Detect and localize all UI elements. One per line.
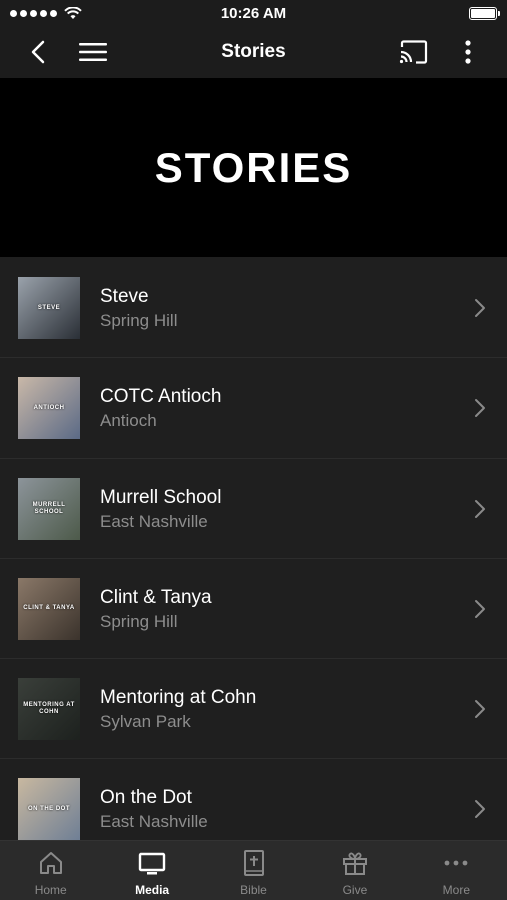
stories-list[interactable]: STEVE Steve Spring Hill ANTIOCH COTC Ant…	[0, 258, 507, 840]
story-row[interactable]: STEVE Steve Spring Hill	[0, 258, 507, 359]
more-icon	[444, 860, 468, 866]
back-button[interactable]	[16, 26, 60, 78]
more-vertical-icon	[465, 40, 471, 64]
tab-label: Give	[342, 883, 368, 897]
story-location: East Nashville	[100, 812, 208, 832]
chevron-right-icon	[475, 800, 485, 819]
status-time: 10:26 AM	[220, 5, 287, 22]
story-text: Steve Spring Hill	[100, 286, 177, 332]
story-title: On the Dot	[100, 787, 192, 809]
thumbnail-caption: ON THE DOT	[28, 805, 70, 812]
gift-icon	[342, 852, 367, 875]
tab-label: Home	[34, 883, 67, 897]
story-text: COTC Antioch Antioch	[100, 386, 221, 432]
tab-give[interactable]: Give	[304, 841, 405, 900]
story-title: Clint & Tanya	[100, 586, 212, 608]
story-thumbnail: MENTORING AT COHN	[18, 678, 80, 741]
chevron-right-icon	[475, 499, 485, 518]
story-row[interactable]: MURRELL SCHOOL Murrell School East Nashv…	[0, 459, 507, 559]
battery-icon	[469, 6, 500, 20]
tab-home[interactable]: Home	[0, 841, 101, 900]
tab-media[interactable]: Media	[101, 841, 202, 900]
story-title: Steve	[100, 286, 149, 307]
story-row[interactable]: ON THE DOT On the Dot East Nashville	[0, 759, 507, 840]
tab-label: Bible	[240, 883, 267, 897]
home-icon	[39, 852, 62, 874]
tab-label: Media	[135, 883, 170, 897]
status-bar: 10:26 AM	[0, 0, 507, 26]
thumbnail-caption: MURRELL SCHOOL	[32, 501, 66, 515]
story-thumbnail: ON THE DOT	[18, 778, 80, 840]
story-title: Murrell School	[100, 486, 222, 508]
tab-label: More	[442, 883, 470, 897]
cast-button[interactable]	[392, 26, 436, 78]
chevron-right-icon	[475, 299, 485, 317]
chevron-right-icon	[475, 599, 485, 618]
tab-bar: Home Media Bible Give More	[0, 840, 507, 900]
thumbnail-caption: STEVE	[37, 304, 61, 311]
hamburger-menu-icon	[79, 43, 107, 61]
overflow-menu-button[interactable]	[446, 26, 490, 78]
cast-icon	[399, 40, 428, 64]
story-thumbnail: CLINT & TANYA	[18, 577, 80, 640]
navigation-bar: Stories	[0, 26, 507, 78]
chevron-left-icon	[31, 40, 45, 64]
story-text: Murrell School East Nashville	[100, 487, 221, 533]
hero-banner: STORIES	[0, 78, 507, 257]
hero-title: STORIES	[154, 143, 353, 191]
chevron-right-icon	[475, 700, 485, 719]
tab-bible[interactable]: Bible	[203, 841, 304, 900]
thumbnail-caption: ANTIOCH	[33, 404, 65, 411]
story-location: Sylvan Park	[100, 712, 191, 732]
bible-icon	[243, 850, 264, 876]
story-text: On the Dot East Nashville	[100, 787, 208, 833]
chevron-right-icon	[475, 399, 485, 418]
story-thumbnail: ANTIOCH	[18, 377, 80, 440]
story-title: Mentoring at Cohn	[100, 687, 257, 709]
story-text: Clint & Tanya Spring Hill	[100, 587, 212, 633]
story-row[interactable]: MENTORING AT COHN Mentoring at Cohn Sylv…	[0, 659, 507, 760]
tab-more[interactable]: More	[406, 841, 507, 900]
story-text: Mentoring at Cohn Sylvan Park	[100, 687, 256, 733]
thumbnail-caption: MENTORING AT COHN	[23, 702, 75, 716]
story-location: Spring Hill	[100, 611, 178, 631]
story-row[interactable]: ANTIOCH COTC Antioch Antioch	[0, 358, 507, 459]
story-thumbnail: MURRELL SCHOOL	[18, 477, 80, 540]
menu-button[interactable]	[71, 26, 115, 78]
tv-icon	[138, 852, 166, 875]
story-location: Antioch	[100, 411, 157, 431]
story-title: COTC Antioch	[100, 386, 222, 408]
story-thumbnail: STEVE	[18, 277, 80, 339]
story-location: East Nashville	[100, 511, 208, 531]
story-location: Spring Hill	[100, 311, 178, 330]
story-row[interactable]: CLINT & TANYA Clint & Tanya Spring Hill	[0, 559, 507, 660]
thumbnail-caption: CLINT & TANYA	[23, 605, 75, 612]
